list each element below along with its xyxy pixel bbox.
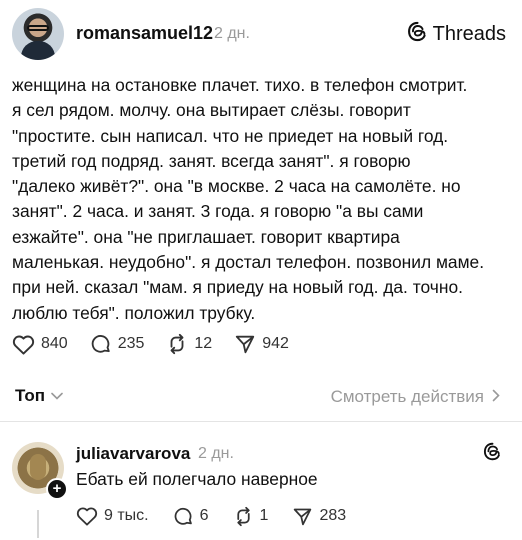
share-button[interactable]: 283 <box>292 506 346 527</box>
chevron-right-icon <box>492 387 500 407</box>
comment-button[interactable]: 235 <box>90 333 145 355</box>
repost-icon <box>166 333 188 355</box>
reply-username[interactable]: juliavarvarova <box>76 444 190 464</box>
send-icon <box>234 333 256 355</box>
view-activity-label: Смотреть действия <box>330 387 484 406</box>
repost-button[interactable]: 1 <box>233 506 269 527</box>
post-text-line: люблю тебя". положил трубку. <box>12 302 256 323</box>
post-text-line: езжайте". она "не приглашает. говорит кв… <box>12 226 400 247</box>
comment-count: 235 <box>117 335 145 352</box>
threads-logo-icon[interactable] <box>483 442 502 466</box>
reply-actions: 9 тыс. 6 1 283 <box>76 503 370 529</box>
like-count: 840 <box>41 335 68 352</box>
post-text-line: маленькая. неудобно". я достал телефон. … <box>12 252 485 273</box>
reply-text: Ебать ей полегчало наверное <box>76 469 318 489</box>
post-timestamp: 2 дн. <box>214 25 250 42</box>
repost-button[interactable]: 12 <box>166 333 212 355</box>
post-text-line: "далеко живёт?". она "в москве. 2 часа н… <box>12 176 461 197</box>
avatar[interactable] <box>12 8 64 60</box>
post-username[interactable]: romansamuel12 <box>76 23 213 44</box>
share-button[interactable]: 942 <box>234 333 289 355</box>
sort-label: Топ <box>15 386 45 405</box>
post-text-line: я сел рядом. молчу. она вытирает слёзы. … <box>12 100 411 121</box>
like-count: 9 тыс. <box>104 507 149 524</box>
post-text-line: при ней. сказал "мам. я приеду на новый … <box>12 277 463 298</box>
sort-bar: Топ Смотреть действия <box>0 372 522 422</box>
post-text-line: женщина на остановке плачет. тихо. в тел… <box>12 75 468 95</box>
repost-count: 12 <box>194 335 213 352</box>
post-text-line: "простите. сын написал. что не приедет н… <box>12 125 449 146</box>
threads-logo-icon <box>407 21 428 47</box>
heart-icon <box>76 506 98 526</box>
comment-button[interactable]: 6 <box>173 506 209 527</box>
view-activity-link[interactable]: Смотреть действия <box>331 387 500 407</box>
plus-icon[interactable]: + <box>46 478 68 500</box>
share-count: 283 <box>319 507 347 524</box>
repost-count: 1 <box>259 507 269 524</box>
reply-item: + juliavarvarova 2 дн. Ебать ей полегчал… <box>0 436 522 540</box>
thread-line <box>37 510 39 538</box>
chevron-down-icon <box>51 389 63 403</box>
comment-bubble-icon <box>173 506 194 527</box>
repost-icon <box>233 506 254 527</box>
like-button[interactable]: 9 тыс. <box>76 506 149 526</box>
heart-icon <box>12 334 35 355</box>
sort-dropdown[interactable]: Топ <box>15 386 63 406</box>
post-header: romansamuel12 2 дн. Threads <box>12 8 510 60</box>
post-text-line: третий год подряд. занят. всегда занят".… <box>12 150 411 171</box>
post-actions: 840 235 12 942 <box>12 330 311 358</box>
like-button[interactable]: 840 <box>12 334 68 355</box>
share-count: 942 <box>262 335 289 352</box>
post-text-line: занят". 2 часа. и занят. 3 года. я говор… <box>12 201 424 222</box>
comment-bubble-icon <box>90 333 112 355</box>
threads-label: Threads <box>432 22 506 45</box>
reply-timestamp: 2 дн. <box>198 445 234 462</box>
send-icon <box>292 506 313 527</box>
post-text: женщина на остановке плачет. тихо. в тел… <box>12 73 512 326</box>
comment-count: 6 <box>199 507 209 524</box>
threads-brand: Threads <box>407 21 506 47</box>
